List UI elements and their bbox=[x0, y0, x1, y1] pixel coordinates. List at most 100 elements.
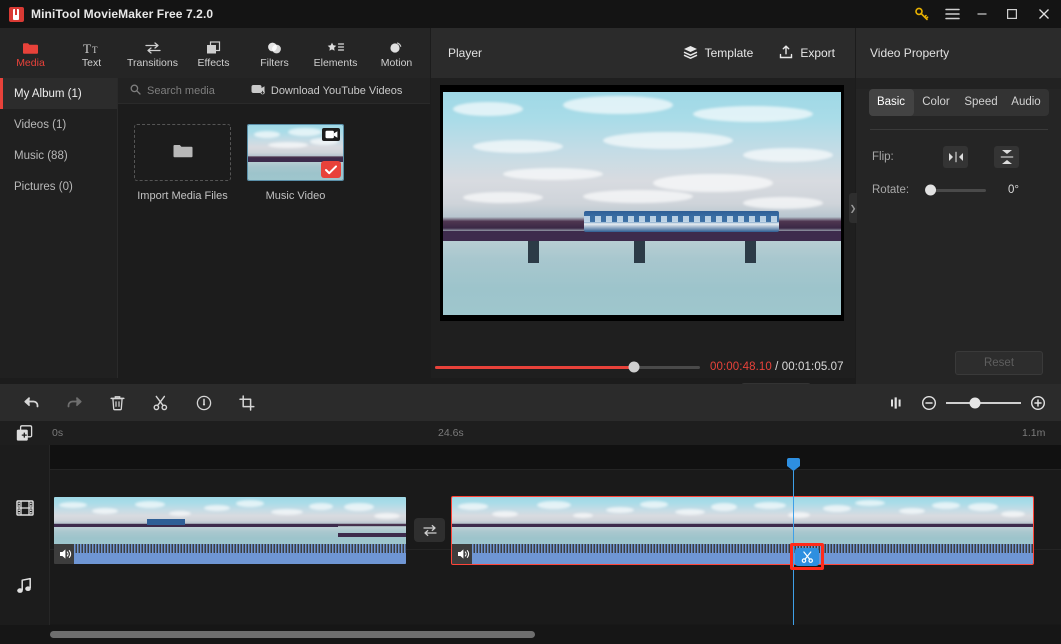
media-panel: Search media Download YouTube Videos Imp… bbox=[118, 78, 430, 378]
fit-timeline-icon[interactable] bbox=[875, 384, 918, 421]
search-input[interactable]: Search media bbox=[130, 84, 215, 98]
panel-collapse-chevron-icon[interactable]: ❯ bbox=[849, 193, 857, 223]
media-grid: Import Media Files Music Video bbox=[118, 104, 430, 202]
tab-transitions[interactable]: Transitions bbox=[122, 28, 183, 78]
hamburger-menu-icon[interactable] bbox=[937, 0, 967, 28]
sidebar-item-music[interactable]: Music (88) bbox=[0, 140, 117, 171]
player-panel: Player Template Export 00:00:48.10 / 00:… bbox=[431, 28, 855, 403]
timeline-ruler[interactable]: 0s 24.6s 1.1m bbox=[0, 421, 1061, 445]
sidebar-item-videos[interactable]: Videos (1) bbox=[0, 109, 117, 140]
search-icon bbox=[130, 84, 141, 98]
flip-vertical-icon[interactable] bbox=[994, 146, 1019, 168]
add-media-icon[interactable] bbox=[16, 425, 33, 445]
tab-text[interactable]: TT Text bbox=[61, 28, 122, 78]
redo-icon[interactable] bbox=[53, 384, 96, 421]
track-area[interactable] bbox=[50, 445, 1061, 625]
music-note-icon bbox=[16, 577, 33, 598]
title-bar: MiniTool MovieMaker Free 7.2.0 bbox=[0, 0, 1061, 28]
maximize-button[interactable] bbox=[997, 0, 1027, 28]
import-media-tile[interactable]: Import Media Files bbox=[134, 124, 231, 202]
transitions-icon bbox=[144, 38, 162, 55]
speed-icon[interactable] bbox=[182, 384, 225, 421]
flip-horizontal-icon[interactable] bbox=[943, 146, 968, 168]
tab-color[interactable]: Color bbox=[914, 89, 959, 116]
download-youtube-button[interactable]: Download YouTube Videos bbox=[251, 84, 402, 98]
transition-button[interactable] bbox=[414, 518, 445, 542]
current-time: 00:00:48.10 bbox=[710, 361, 772, 373]
key-icon[interactable] bbox=[907, 0, 937, 28]
rotate-label: Rotate: bbox=[872, 184, 910, 196]
timeline-scrollbar-thumb[interactable] bbox=[50, 631, 535, 638]
svg-text:T: T bbox=[92, 45, 98, 55]
media-item-music-video[interactable]: Music Video bbox=[247, 124, 344, 202]
zoom-in-icon[interactable] bbox=[1027, 384, 1049, 421]
filters-icon bbox=[266, 38, 283, 55]
app-title: MiniTool MovieMaker Free 7.2.0 bbox=[31, 7, 214, 21]
tab-speed[interactable]: Speed bbox=[959, 89, 1004, 116]
time-separator: / bbox=[775, 361, 779, 373]
effects-icon bbox=[205, 38, 222, 55]
selected-check-icon bbox=[321, 161, 341, 178]
sidebar-item-label: Videos (1) bbox=[14, 118, 67, 131]
seek-slider[interactable] bbox=[435, 361, 700, 373]
media-item-label: Music Video bbox=[265, 190, 326, 202]
timeline-clip-2[interactable] bbox=[451, 496, 1034, 565]
template-label: Template bbox=[704, 46, 754, 60]
overlay-track-row[interactable] bbox=[50, 445, 1061, 469]
tab-basic[interactable]: Basic bbox=[868, 89, 914, 116]
clip-frame bbox=[744, 497, 817, 544]
template-button[interactable]: Template bbox=[683, 45, 754, 62]
tab-media[interactable]: Media bbox=[0, 28, 61, 78]
text-icon: TT bbox=[83, 38, 101, 55]
clip-frame bbox=[267, 497, 338, 544]
close-button[interactable] bbox=[1027, 0, 1061, 28]
player-title: Player bbox=[448, 46, 483, 60]
trash-icon[interactable] bbox=[96, 384, 139, 421]
export-label: Export bbox=[800, 46, 835, 60]
zoom-handle[interactable] bbox=[969, 397, 980, 408]
tab-elements[interactable]: Elements bbox=[305, 28, 366, 78]
gutter-spacer bbox=[0, 445, 49, 469]
export-button[interactable]: Export bbox=[779, 44, 835, 62]
timeline-scrollbar-row[interactable] bbox=[0, 625, 1061, 644]
app-logo-icon bbox=[9, 6, 24, 22]
rotate-handle[interactable] bbox=[925, 184, 937, 196]
crop-icon[interactable] bbox=[225, 384, 268, 421]
folder-icon bbox=[22, 38, 39, 55]
timeline-clip-1[interactable] bbox=[54, 497, 406, 564]
youtube-download-icon bbox=[251, 84, 265, 98]
zoom-slider[interactable] bbox=[946, 397, 1021, 408]
rotate-slider[interactable] bbox=[925, 184, 986, 196]
sidebar-item-label: My Album (1) bbox=[14, 87, 82, 100]
clip-frame bbox=[338, 497, 406, 544]
clip-mute-icon[interactable] bbox=[455, 546, 471, 562]
clip-mute-icon[interactable] bbox=[57, 546, 73, 562]
sidebar-item-my-album[interactable]: My Album (1) bbox=[0, 78, 117, 109]
total-time: 00:01:05.07 bbox=[781, 361, 844, 373]
clip-frame bbox=[452, 497, 525, 544]
scissors-icon[interactable] bbox=[139, 384, 182, 421]
audio-track-header[interactable] bbox=[0, 550, 49, 624]
zoom-out-icon[interactable] bbox=[918, 384, 940, 421]
tab-filters[interactable]: Filters bbox=[244, 28, 305, 78]
clip-frame bbox=[196, 497, 267, 544]
undo-icon[interactable] bbox=[10, 384, 53, 421]
motion-icon bbox=[388, 38, 405, 55]
sidebar-item-pictures[interactable]: Pictures (0) bbox=[0, 171, 117, 202]
tab-motion[interactable]: Motion bbox=[366, 28, 427, 78]
clip-waveform bbox=[452, 544, 1033, 564]
tab-effects-label: Effects bbox=[197, 56, 230, 69]
playhead[interactable] bbox=[787, 458, 800, 625]
video-preview[interactable] bbox=[440, 85, 844, 321]
reset-button[interactable]: Reset bbox=[955, 351, 1043, 375]
media-toolbar: Search media Download YouTube Videos bbox=[118, 78, 430, 104]
import-dropzone[interactable] bbox=[134, 124, 231, 181]
video-track-header[interactable] bbox=[0, 469, 49, 550]
media-thumbnail[interactable] bbox=[247, 124, 344, 181]
minimize-button[interactable] bbox=[967, 0, 997, 28]
tab-effects[interactable]: Effects bbox=[183, 28, 244, 78]
sidebar-item-label: Music (88) bbox=[14, 149, 68, 162]
seek-handle[interactable] bbox=[628, 361, 640, 373]
tab-audio[interactable]: Audio bbox=[1004, 89, 1049, 116]
preview-image bbox=[443, 91, 841, 315]
